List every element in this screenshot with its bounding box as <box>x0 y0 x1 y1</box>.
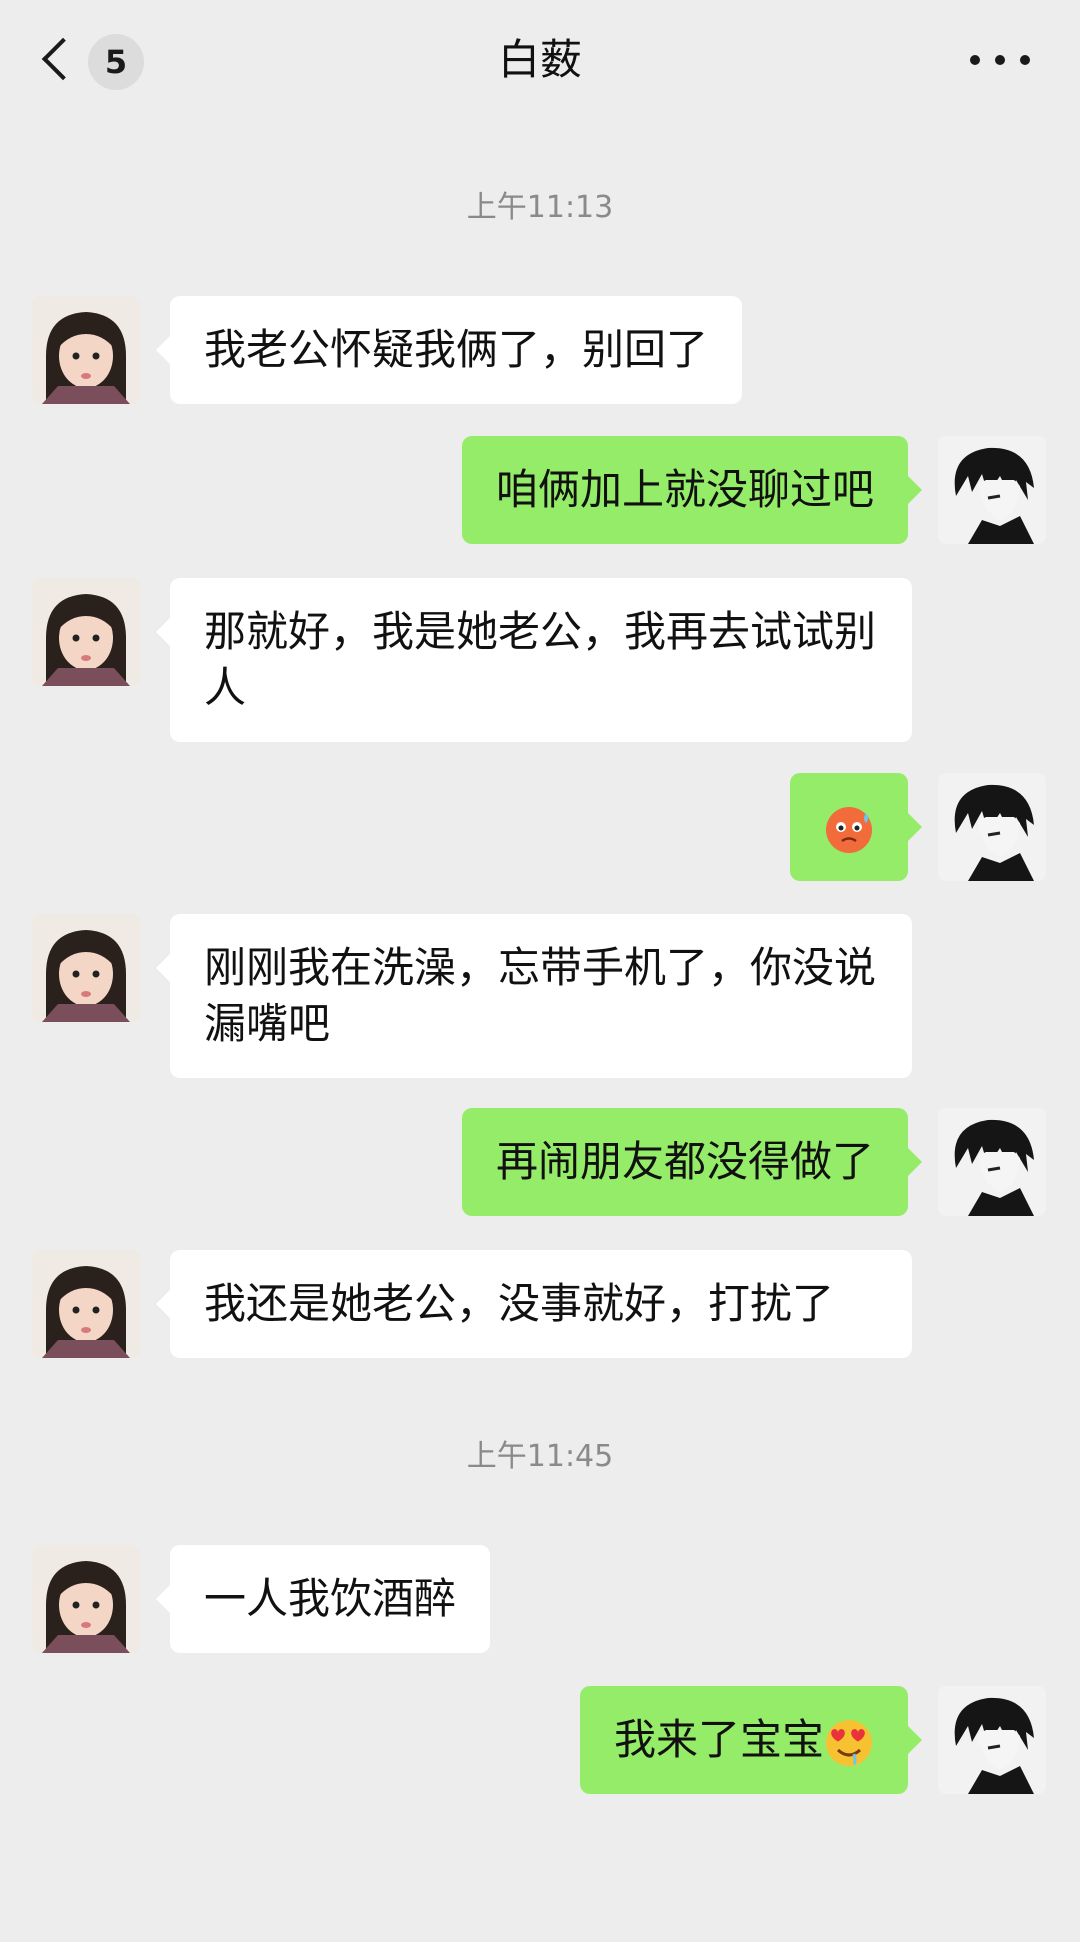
more-dot-icon <box>1020 55 1030 65</box>
contact-avatar[interactable] <box>32 1250 140 1358</box>
message-bubble-outgoing[interactable]: 我来了宝宝 <box>579 1686 923 1794</box>
self-avatar[interactable] <box>938 773 1046 881</box>
timestamp: 上午11:45 <box>466 1439 614 1474</box>
message-text: 我来了宝宝 <box>613 1715 824 1764</box>
self-avatar[interactable] <box>938 1108 1046 1216</box>
message-bubble-outgoing[interactable]: 再闹朋友都没得做了 <box>461 1108 923 1216</box>
message-bubble-incoming[interactable]: 一人我饮酒醉 <box>155 1545 491 1653</box>
chat-title: 白薮 <box>497 35 582 84</box>
contact-avatar[interactable] <box>32 1545 140 1653</box>
message-bubble-incoming[interactable]: 我还是她老公，没事就好，打扰了 <box>156 1250 912 1358</box>
more-options-button[interactable] <box>970 48 1030 72</box>
worried-sweat-emoji-icon <box>826 806 872 853</box>
message-bubble-incoming[interactable]: 刚刚我在洗澡，忘带手机了，你没说漏嘴吧 <box>156 914 912 1078</box>
message-bubble-incoming[interactable]: 那就好，我是她老公，我再去试试别人 <box>156 578 912 742</box>
message-bubble-incoming[interactable]: 我老公怀疑我俩了，别回了 <box>155 296 743 404</box>
more-dot-icon <box>995 55 1005 65</box>
heart-eyes-drool-emoji-icon <box>826 1719 872 1766</box>
timestamp: 上午11:13 <box>466 190 614 225</box>
chat-header: 5 白薮 <box>0 0 1080 120</box>
more-dot-icon <box>970 55 980 65</box>
contact-avatar[interactable] <box>32 296 140 404</box>
message-bubble-outgoing[interactable]: 咱俩加上就没聊过吧 <box>461 436 923 544</box>
message-bubble-outgoing[interactable] <box>790 773 922 881</box>
contact-avatar[interactable] <box>32 578 140 686</box>
self-avatar[interactable] <box>938 436 1046 544</box>
self-avatar[interactable] <box>938 1686 1046 1794</box>
contact-avatar[interactable] <box>32 914 140 1022</box>
